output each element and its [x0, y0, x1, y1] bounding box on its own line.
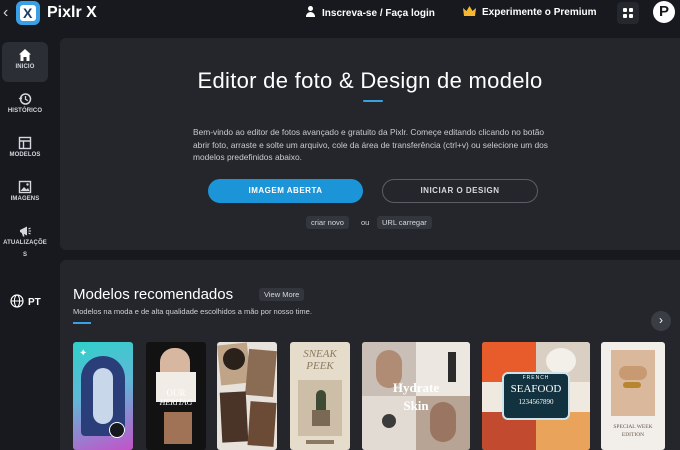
top-bar: ‹ X Pixlr X Inscreva-se / Faça login Exp… [0, 0, 680, 27]
language-selector[interactable]: PT [10, 294, 41, 308]
logo-letter: X [23, 5, 33, 21]
sidebar-item-atualizacoes[interactable]: ATUALIZAÇÕE S [2, 218, 48, 264]
sidebar-item-label: IMAGENS [10, 196, 40, 202]
premium-button[interactable]: Experimente o Premium [463, 6, 596, 20]
template-text: SNEAK [303, 348, 337, 360]
templates-panel: Modelos recomendados View More Modelos n… [60, 260, 680, 450]
image-icon [18, 180, 32, 194]
or-text: ou [361, 218, 370, 227]
sidebar-item-label: MODELOS [9, 152, 41, 158]
next-arrow-button[interactable]: › [651, 311, 671, 331]
history-icon [18, 93, 32, 105]
language-label: PT [28, 297, 41, 308]
template-card-special-week[interactable]: SPECIAL WEEK EDITION [601, 342, 665, 450]
view-more-button[interactable]: View More [259, 288, 305, 301]
template-text: PEEK [306, 360, 334, 372]
sidebar-item-label: ATUALIZAÇÕE [3, 240, 47, 246]
start-design-button[interactable]: INICIAR O DESIGN [382, 179, 538, 203]
sidebar-item-label: HISTÓRICO [7, 108, 43, 114]
templates-title: Modelos recomendados [73, 286, 234, 303]
app-title: Pixlr X [47, 4, 97, 21]
sidebar: INICIO HISTÓRICO MODELOS IMAGENS ATUALIZ… [0, 38, 52, 450]
globe-icon [10, 294, 24, 308]
subtitle-underline [73, 322, 91, 324]
open-image-button[interactable]: IMAGEM ABERTA [208, 179, 363, 203]
signin-button[interactable]: Inscreva-se / Faça login [305, 6, 435, 21]
signin-label: Inscreva-se / Faça login [322, 8, 435, 19]
template-text: OUR [166, 388, 186, 398]
template-text: Skin [403, 398, 429, 413]
template-card-heritage[interactable]: OUR HERITAG [146, 342, 206, 450]
template-card-collage[interactable] [217, 342, 277, 450]
templates-icon [18, 136, 32, 150]
sidebar-item-modelos[interactable]: MODELOS [2, 130, 48, 170]
back-icon[interactable]: ‹ [3, 4, 13, 22]
title-underline [363, 100, 383, 102]
pixlr-logo[interactable]: X [16, 1, 40, 25]
template-text: 1234567890 [518, 398, 554, 406]
template-text: Hydrate [392, 380, 440, 395]
sidebar-item-inicio[interactable]: INICIO [2, 42, 48, 82]
template-card-seafood[interactable]: FRENCH SEAFOOD 1234567890 [482, 342, 590, 450]
templates-subtitle: Modelos na moda e de alta qualidade esco… [73, 307, 312, 316]
user-icon [305, 6, 316, 17]
template-card-fashion[interactable]: ✦ [73, 342, 133, 450]
load-url-link[interactable]: URL carregar [377, 216, 432, 229]
template-text: FRENCH [522, 375, 550, 381]
avatar[interactable]: P [653, 1, 675, 23]
hero-panel: Editor de foto & Design de modelo Bem-vi… [60, 38, 680, 250]
template-text: EDITION [621, 432, 645, 438]
premium-label: Experimente o Premium [482, 7, 597, 18]
apps-grid-button[interactable] [617, 2, 639, 24]
page-title: Editor de foto & Design de modelo [197, 68, 543, 93]
sidebar-item-label-cont: S [22, 252, 28, 258]
template-card-sneak-peek[interactable]: SNEAK PEEK [290, 342, 350, 450]
megaphone-icon [20, 226, 31, 237]
hero-description: Bem-vindo ao editor de fotos avançado e … [193, 127, 548, 162]
home-icon [19, 49, 31, 61]
sidebar-item-historico[interactable]: HISTÓRICO [2, 86, 48, 126]
template-text: SPECIAL WEEK [613, 424, 653, 430]
template-text: HERITAG [159, 398, 193, 407]
sidebar-item-label: INICIO [15, 64, 35, 70]
create-new-link[interactable]: criar novo [306, 216, 349, 229]
template-text: SEAFOOD [510, 383, 562, 395]
sidebar-item-imagens[interactable]: IMAGENS [2, 174, 48, 214]
crown-icon [463, 6, 476, 16]
apps-grid-icon [623, 8, 627, 12]
template-card-hydrate-skin[interactable]: Hydrate Skin [362, 342, 470, 450]
